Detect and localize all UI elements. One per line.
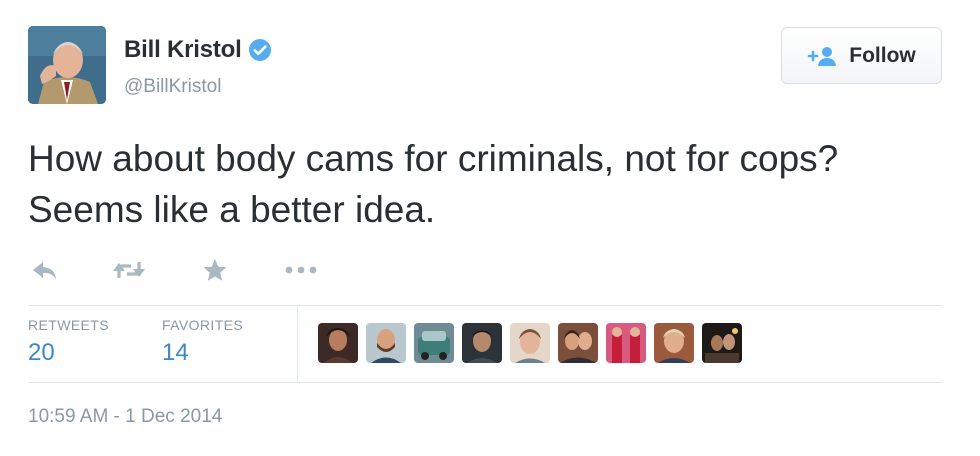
favoriter-avatar[interactable] (702, 323, 742, 363)
favoriter-avatar[interactable] (462, 323, 502, 363)
favoriter-avatar[interactable] (606, 323, 646, 363)
stats-bottom-divider (28, 382, 942, 383)
favorites-label: FAVORITES (162, 317, 244, 333)
retweets-stat[interactable]: RETWEETS 20 (28, 317, 109, 367)
favoriter-avatar[interactable] (654, 323, 694, 363)
retweet-icon (113, 262, 145, 278)
retweets-count: 20 (28, 339, 55, 366)
more-button[interactable] (284, 258, 318, 287)
favoriter-avatar[interactable] (414, 323, 454, 363)
author-name-row: Bill Kristol (124, 36, 272, 64)
favorite-button[interactable] (202, 258, 228, 287)
favoriter-avatar[interactable] (558, 323, 598, 363)
favoriters-list (318, 323, 742, 363)
favorites-count: 14 (162, 339, 189, 366)
favoriter-avatar[interactable] (366, 323, 406, 363)
reply-icon (33, 262, 56, 279)
stats-vertical-divider (297, 306, 298, 382)
add-user-icon (807, 46, 837, 66)
retweet-button[interactable] (111, 258, 147, 287)
favoriter-avatar[interactable] (510, 323, 550, 363)
tweet-text: How about body cams for criminals, not f… (28, 138, 839, 230)
more-dots-icon (285, 266, 317, 274)
stats-top-divider (28, 305, 942, 306)
follow-button[interactable]: Follow (781, 27, 942, 84)
retweets-label: RETWEETS (28, 317, 109, 333)
follow-button-label: Follow (849, 43, 916, 67)
author-avatar[interactable] (28, 26, 106, 104)
favoriter-avatar[interactable] (318, 323, 358, 363)
favorites-stat[interactable]: FAVORITES 14 (162, 317, 243, 367)
verified-badge-icon (248, 39, 271, 61)
author-display-name[interactable]: Bill Kristol (124, 36, 242, 64)
reply-button[interactable] (30, 258, 58, 287)
author-handle[interactable]: @BillKristol (124, 76, 221, 98)
tweet-timestamp[interactable]: 10:59 AM - 1 Dec 2014 (28, 406, 222, 428)
star-icon (203, 259, 227, 281)
